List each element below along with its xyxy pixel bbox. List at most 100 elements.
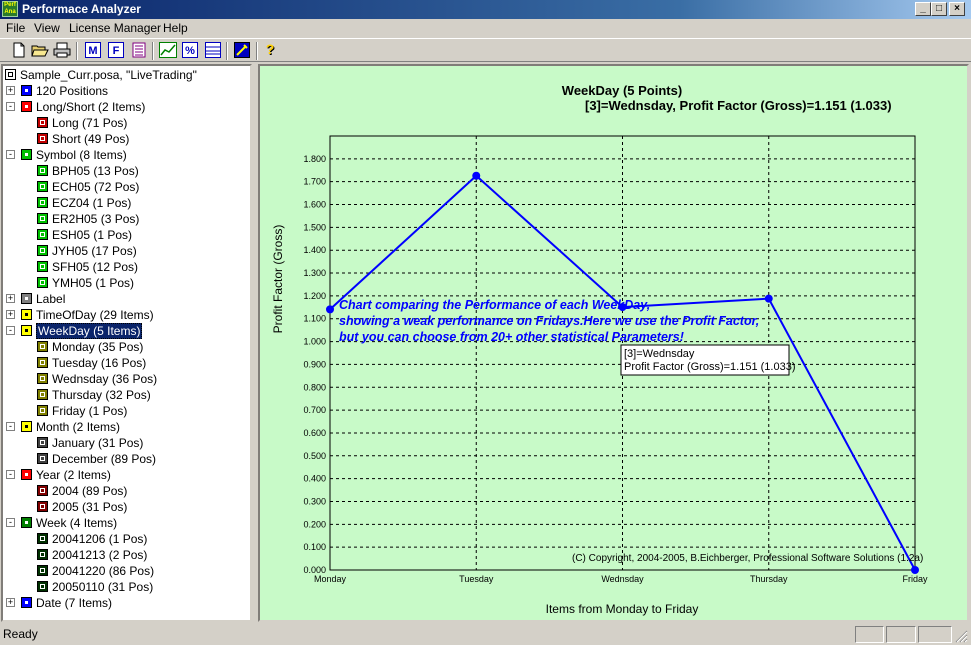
tree-group-node[interactable]: Year (2 Items) (21, 467, 111, 483)
m-icon[interactable]: M (84, 42, 102, 59)
tree-leaf-node[interactable]: ESH05 (1 Pos) (37, 227, 132, 243)
node-square-icon (37, 341, 48, 352)
tree-leaf-node[interactable]: 20041213 (2 Pos) (37, 547, 147, 563)
tree-leaf-node[interactable]: ECH05 (72 Pos) (37, 179, 139, 195)
expand-icon[interactable]: + (6, 598, 15, 607)
tree-leaf-node[interactable]: Monday (35 Pos) (37, 339, 143, 355)
tree-root[interactable]: Sample_Curr.posa, "LiveTrading" (5, 67, 197, 83)
y-tick-label: 0.900 (303, 359, 326, 369)
tree-leaf-node[interactable]: Short (49 Pos) (37, 131, 129, 147)
tree-leaf-node[interactable]: 2004 (89 Pos) (37, 483, 127, 499)
tree-group-node[interactable]: Long/Short (2 Items) (21, 99, 145, 115)
tree-group-node[interactable]: Week (4 Items) (21, 515, 117, 531)
tree-view[interactable]: Sample_Curr.posa, "LiveTrading" +120 Pos… (1, 64, 252, 622)
tree-leaf-node[interactable]: 20041206 (1 Pos) (37, 531, 147, 547)
expand-icon[interactable]: + (6, 310, 15, 319)
app-icon-text-bottom: Ana (4, 9, 16, 15)
status-panel-2 (886, 626, 916, 643)
menu-license-manager[interactable]: License Manager (69, 21, 161, 35)
tree-group-node[interactable]: Month (2 Items) (21, 419, 120, 435)
tree-node-label: ESH05 (1 Pos) (52, 228, 133, 242)
tree-group-node[interactable]: Label (21, 291, 65, 307)
expand-icon[interactable]: + (6, 86, 15, 95)
x-tick-label: Thursday (750, 574, 788, 584)
y-tick-label: 1.700 (303, 177, 326, 187)
tree-node-label: ECH05 (72 Pos) (52, 180, 140, 194)
tree-leaf-node[interactable]: SFH05 (12 Pos) (37, 259, 138, 275)
tree-node-label: Symbol (8 Items) (36, 148, 127, 162)
maximize-button[interactable]: □ (931, 2, 947, 16)
collapse-icon[interactable]: - (6, 102, 15, 111)
chart-icon[interactable] (159, 42, 177, 59)
collapse-icon[interactable]: - (6, 150, 15, 159)
menu-help[interactable]: Help (163, 21, 188, 35)
node-square-icon (37, 565, 48, 576)
data-point[interactable] (326, 305, 334, 314)
tree-node-label: Date (7 Items) (36, 596, 113, 610)
tree-node-label: Label (36, 292, 66, 306)
tree-leaf-node[interactable]: YMH05 (1 Pos) (37, 275, 134, 291)
tree-leaf-node[interactable]: Thursday (32 Pos) (37, 387, 151, 403)
y-tick-label: 1.800 (303, 154, 326, 164)
node-square-icon (37, 181, 48, 192)
node-square-icon (37, 437, 48, 448)
f-icon[interactable]: F (107, 42, 125, 59)
tree-leaf-node[interactable]: December (89 Pos) (37, 451, 156, 467)
data-point[interactable] (472, 171, 481, 180)
collapse-icon[interactable]: - (6, 326, 15, 335)
tree-leaf-node[interactable]: BPH05 (13 Pos) (37, 163, 139, 179)
tree-leaf-node[interactable]: JYH05 (17 Pos) (37, 243, 137, 259)
y-tick-label: 1.000 (303, 337, 326, 347)
data-point[interactable] (618, 303, 627, 312)
collapse-icon[interactable]: - (6, 518, 15, 527)
list-report-icon[interactable] (130, 42, 148, 59)
collapse-icon[interactable]: - (6, 470, 15, 479)
data-point[interactable] (911, 566, 919, 574)
tree-leaf-node[interactable]: ER2H05 (3 Pos) (37, 211, 139, 227)
open-folder-icon[interactable] (31, 42, 49, 59)
close-button[interactable]: × (949, 2, 965, 16)
expand-icon[interactable]: + (6, 294, 15, 303)
tree-node-label: 20041206 (1 Pos) (52, 532, 148, 546)
app-icon[interactable]: Perf Ana (2, 1, 18, 17)
table-icon[interactable] (204, 42, 222, 59)
minimize-button[interactable]: _ (915, 2, 931, 16)
new-file-icon[interactable] (10, 42, 28, 59)
tree-node-label: December (89 Pos) (52, 452, 157, 466)
node-square-icon (37, 213, 48, 224)
tree-leaf-node[interactable]: January (31 Pos) (37, 435, 143, 451)
tree-group-node[interactable]: 120 Positions (21, 83, 108, 99)
tree-leaf-node[interactable]: Friday (1 Pos) (37, 403, 127, 419)
tree-group-node[interactable]: WeekDay (5 Items) (21, 323, 143, 339)
menu-file[interactable]: File (6, 21, 25, 35)
print-icon[interactable] (53, 42, 71, 59)
data-point[interactable] (764, 294, 773, 303)
y-tick-label: 0.100 (303, 542, 326, 552)
resize-grip-icon[interactable] (955, 630, 968, 643)
tree-leaf-node[interactable]: Tuesday (16 Pos) (37, 355, 146, 371)
tree-group-node[interactable]: TimeOfDay (29 Items) (21, 307, 154, 323)
node-square-icon (21, 597, 32, 608)
node-square-icon (21, 85, 32, 96)
tree-leaf-node[interactable]: Wednsday (36 Pos) (37, 371, 157, 387)
tree-node-label: WeekDay (5 Items) (36, 323, 143, 339)
help-icon[interactable]: ?? (262, 41, 280, 59)
tree-group-node[interactable]: Date (7 Items) (21, 595, 112, 611)
tree-leaf-node[interactable]: 20050110 (31 Pos) (37, 579, 153, 595)
toolbar-separator (256, 42, 258, 60)
node-square-icon (21, 469, 32, 480)
y-axis-label: Profit Factor (Gross) (271, 225, 285, 334)
settings-icon[interactable] (233, 42, 251, 59)
percent-icon[interactable]: % (181, 42, 199, 59)
tree-leaf-node[interactable]: 2005 (31 Pos) (37, 499, 127, 515)
tree-leaf-node[interactable]: Long (71 Pos) (37, 115, 127, 131)
tree-leaf-node[interactable]: ECZ04 (1 Pos) (37, 195, 131, 211)
tree-leaf-node[interactable]: 20041220 (86 Pos) (37, 563, 154, 579)
tree-node-label: 20041220 (86 Pos) (52, 564, 155, 578)
toolbar-separator (76, 42, 78, 60)
tree-node-label: JYH05 (17 Pos) (52, 244, 137, 258)
menu-view[interactable]: View (34, 21, 60, 35)
tree-group-node[interactable]: Symbol (8 Items) (21, 147, 127, 163)
collapse-icon[interactable]: - (6, 422, 15, 431)
node-square-icon (37, 581, 48, 592)
